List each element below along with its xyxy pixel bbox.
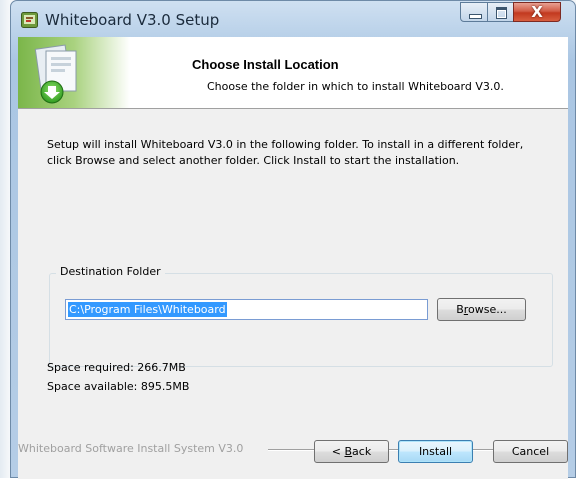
window-title: Whiteboard V3.0 Setup bbox=[45, 11, 220, 29]
back-label-pre: < bbox=[331, 445, 345, 458]
space-available: Space available: 895.5MB bbox=[47, 380, 190, 393]
installer-app-icon bbox=[21, 12, 38, 28]
intro-line-1: Setup will install Whiteboard V3.0 in th… bbox=[47, 138, 524, 151]
dialog-client-area: Choose Install Location Choose the folde… bbox=[18, 37, 568, 479]
destination-path-value: C:\Program Files\Whiteboard bbox=[68, 302, 227, 317]
branding-text: Whiteboard Software Install System V3.0 bbox=[18, 442, 244, 455]
browse-label-pre: B bbox=[456, 303, 464, 316]
minimize-button[interactable] bbox=[460, 2, 488, 22]
install-button[interactable]: Install bbox=[398, 440, 473, 463]
space-required: Space required: 266.7MB bbox=[47, 361, 186, 374]
maximize-icon bbox=[496, 7, 507, 19]
page-title: Choose Install Location bbox=[192, 57, 339, 72]
intro-text: Setup will install Whiteboard V3.0 in th… bbox=[47, 137, 557, 169]
install-package-download-icon bbox=[18, 37, 130, 108]
cancel-button[interactable]: Cancel bbox=[493, 440, 568, 463]
backdrop-edge bbox=[0, 0, 10, 478]
intro-line-2: click Browse and select another folder. … bbox=[47, 154, 460, 167]
header-banner: Choose Install Location Choose the folde… bbox=[18, 37, 568, 109]
page-subtitle: Choose the folder in which to install Wh… bbox=[207, 80, 504, 93]
setup-window: Whiteboard V3.0 Setup X Choose Install L… bbox=[10, 0, 576, 479]
back-label-post: ack bbox=[352, 445, 372, 458]
destination-path-input[interactable]: C:\Program Files\Whiteboard bbox=[65, 299, 428, 320]
browse-button[interactable]: Browse... bbox=[437, 298, 526, 321]
close-button[interactable]: X bbox=[513, 2, 561, 22]
back-accelerator-key: B bbox=[344, 445, 353, 458]
close-icon: X bbox=[531, 3, 543, 21]
destination-folder-label: Destination Folder bbox=[56, 265, 165, 278]
maximize-button[interactable] bbox=[487, 2, 514, 22]
minimize-icon bbox=[469, 14, 482, 19]
title-bar[interactable]: Whiteboard V3.0 Setup X bbox=[11, 1, 575, 37]
browse-label-post: owse... bbox=[468, 303, 507, 316]
back-button[interactable]: < Back bbox=[314, 440, 389, 463]
